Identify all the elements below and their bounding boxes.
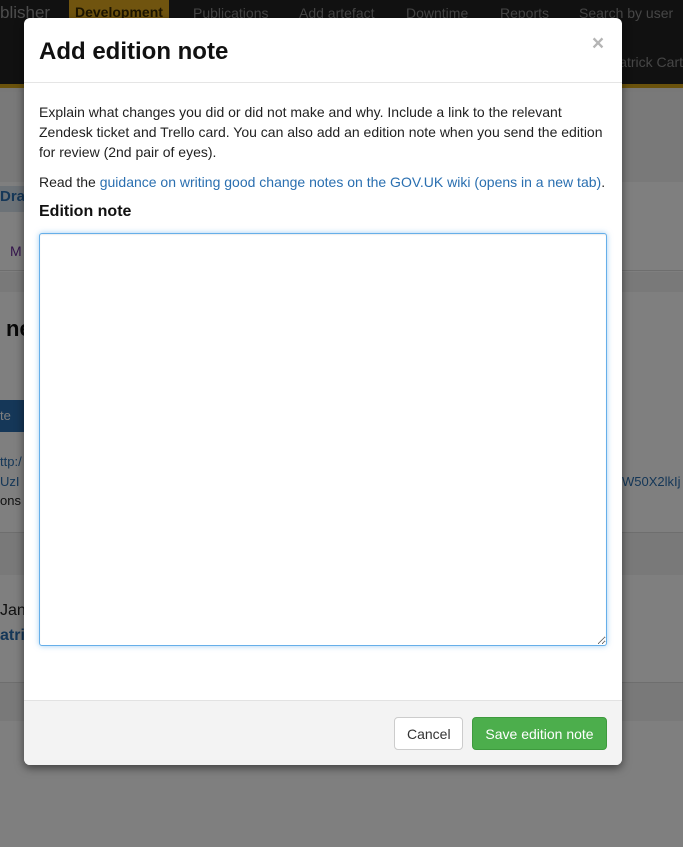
modal-body: Explain what changes you did or did not …	[39, 102, 607, 646]
close-icon[interactable]: ×	[588, 32, 608, 56]
intro-text: Explain what changes you did or did not …	[39, 104, 603, 160]
cancel-button[interactable]: Cancel	[394, 717, 463, 750]
edition-note-label: Edition note	[39, 203, 132, 220]
edition-note-textarea[interactable]	[39, 233, 607, 646]
add-edition-note-modal: Add edition note × Explain what changes …	[24, 18, 622, 765]
guidance-link[interactable]: guidance on writing good change notes on…	[100, 174, 601, 190]
modal-footer: Cancel Save edition note	[24, 700, 622, 765]
modal-title: Add edition note	[39, 38, 229, 65]
modal-header: Add edition note ×	[24, 18, 622, 83]
save-edition-note-button[interactable]: Save edition note	[472, 717, 607, 750]
guidance-text: Read the guidance on writing good change…	[39, 172, 607, 192]
guidance-prefix: Read the	[39, 174, 100, 190]
guidance-suffix: .	[601, 174, 606, 190]
